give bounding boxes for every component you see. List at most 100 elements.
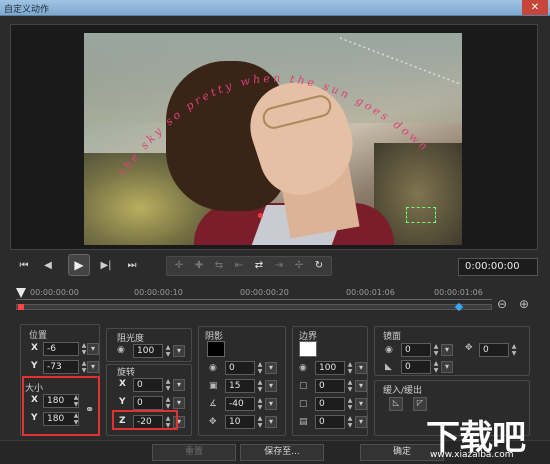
- border-menu-icon-3[interactable]: ▾: [355, 398, 367, 410]
- zoom-out-icon[interactable]: ⊖: [494, 296, 510, 312]
- next-frame-icon[interactable]: ▶|: [98, 258, 114, 274]
- position-x-menu-icon[interactable]: ▾: [87, 343, 99, 355]
- anchor-point[interactable]: [258, 213, 263, 218]
- mirror-fade-icon: ◣: [385, 362, 392, 372]
- opacity-menu-icon[interactable]: ▾: [173, 345, 185, 357]
- ruler-tick: 00:00:00:00: [30, 288, 79, 297]
- border-color-swatch[interactable]: [299, 341, 317, 357]
- shadow-color-swatch[interactable]: [207, 341, 225, 357]
- keyframe-start[interactable]: [18, 304, 24, 310]
- shadow-spinner-1[interactable]: ▲ ▼: [255, 361, 265, 375]
- mirror-field-2[interactable]: 0: [401, 360, 431, 374]
- rotation-x-label: X: [119, 379, 126, 389]
- shadow-panel: 阴影 ◉ 0 ▲ ▼ ▾ ▣ 15 ▲ ▼ ▾ ∡ -40 ▲ ▼ ▾ ✥ 10 ▲ ▼…: [198, 326, 286, 436]
- rotation-y-label: Y: [119, 397, 126, 407]
- border-panel: 边界 ◉ 100 ▲ ▼ ▾ ▢ 0 ▲ ▼ ▾ ▢ 0 ▲ ▼ ▾ ▤ 0 ▲ ▼ ▾: [292, 326, 368, 436]
- shadow-opacity-icon: ◉: [209, 363, 217, 373]
- selection-handle[interactable]: [406, 207, 436, 223]
- border-field-3[interactable]: 0: [315, 397, 345, 411]
- mirror-menu-icon-2[interactable]: ▾: [441, 361, 453, 373]
- svg-text:the sky so pretty when the sun: the sky so pretty when the sun goes down: [116, 72, 432, 178]
- ruler-tick: 00:00:00:20: [240, 288, 289, 297]
- position-y-input[interactable]: -73: [43, 360, 79, 374]
- rotation-y-menu-icon[interactable]: ▾: [173, 397, 185, 409]
- play-button[interactable]: ▶: [68, 254, 90, 276]
- shift-right-icon[interactable]: ⇥: [271, 258, 287, 274]
- border-field-4[interactable]: 0: [315, 415, 345, 429]
- border-width-icon: ▢: [299, 381, 308, 391]
- opacity-label: 阻光度: [117, 334, 145, 344]
- border-spinner-1[interactable]: ▲ ▼: [345, 361, 355, 375]
- shadow-spinner-4[interactable]: ▲ ▼: [255, 415, 265, 429]
- rotation-y-spinner[interactable]: ▲ ▼: [163, 396, 173, 410]
- border-field-1[interactable]: 100: [315, 361, 345, 375]
- shadow-menu-icon-4[interactable]: ▾: [265, 416, 277, 428]
- shift-left-icon[interactable]: ⇤: [231, 258, 247, 274]
- rotation-x-spinner[interactable]: ▲ ▼: [163, 378, 173, 392]
- timecode-display[interactable]: 0:00:00:00: [458, 258, 538, 276]
- shadow-menu-icon-2[interactable]: ▾: [265, 380, 277, 392]
- reverse-keyframe-icon[interactable]: ⇆: [211, 258, 227, 274]
- opacity-input[interactable]: 100: [133, 344, 163, 358]
- border-menu-icon-4[interactable]: ▾: [355, 416, 367, 428]
- paste-keyframe-icon[interactable]: ↻: [311, 258, 327, 274]
- shadow-menu-icon-3[interactable]: ▾: [265, 398, 277, 410]
- ruler-tick: 00:00:01:06: [346, 288, 395, 297]
- rotation-y-input[interactable]: 0: [133, 396, 163, 410]
- opacity-spinner[interactable]: ▲ ▼: [163, 344, 173, 358]
- mirror-panel: 镜面 ◉ 0 ▲ ▼ ▾ ◣ 0 ▲ ▼ ▾ ✥ 0 ▲ ▼: [374, 326, 530, 376]
- fade-label: 缓入/缓出: [383, 386, 423, 396]
- title-bar: 自定义动作 ✕: [0, 0, 550, 16]
- shadow-blur-icon: ▣: [209, 381, 218, 391]
- border-spinner-2[interactable]: ▲ ▼: [345, 379, 355, 393]
- position-label: 位置: [29, 331, 48, 341]
- fade-in-icon[interactable]: ◺: [389, 397, 403, 411]
- shadow-spinner-3[interactable]: ▲ ▼: [255, 397, 265, 411]
- reset-button[interactable]: 重置: [152, 444, 236, 461]
- mirror-spinner-3[interactable]: ▲ ▼: [509, 343, 519, 357]
- swap-keyframes-icon[interactable]: ⇄: [251, 258, 267, 274]
- shadow-field-1[interactable]: 0: [225, 361, 255, 375]
- ruler-tick: 00:00:01:06: [434, 288, 483, 297]
- rotation-x-menu-icon[interactable]: ▾: [173, 379, 185, 391]
- mirror-field-3[interactable]: 0: [479, 343, 509, 357]
- mirror-spinner-1[interactable]: ▲ ▼: [431, 343, 441, 357]
- border-spinner-4[interactable]: ▲ ▼: [345, 415, 355, 429]
- window-title: 自定义动作: [4, 5, 50, 15]
- position-y-label: Y: [31, 361, 38, 371]
- shadow-spinner-2[interactable]: ▲ ▼: [255, 379, 265, 393]
- position-y-menu-icon[interactable]: ▾: [87, 361, 99, 373]
- zoom-in-icon[interactable]: ⊕: [516, 296, 532, 312]
- shadow-field-4[interactable]: 10: [225, 415, 255, 429]
- mirror-field-1[interactable]: 0: [401, 343, 431, 357]
- border-field-2[interactable]: 0: [315, 379, 345, 393]
- copy-keyframe-icon[interactable]: ✢: [291, 258, 307, 274]
- keyframe-track[interactable]: [16, 304, 492, 310]
- shadow-field-3[interactable]: -40: [225, 397, 255, 411]
- go-to-start-icon[interactable]: ⏮: [16, 258, 32, 274]
- close-button[interactable]: ✕: [522, 0, 548, 15]
- shadow-menu-icon-1[interactable]: ▾: [265, 362, 277, 374]
- shadow-distance-icon: ✥: [209, 417, 217, 427]
- rotation-x-input[interactable]: 0: [133, 378, 163, 392]
- go-to-end-icon[interactable]: ⏭: [124, 258, 140, 274]
- position-x-input[interactable]: -6: [43, 342, 79, 356]
- rotation-z-highlight: [112, 410, 178, 430]
- watermark-url: www.xiazaiba.com: [430, 450, 514, 460]
- keyframe-timeline[interactable]: 00:00:00:00 00:00:00:10 00:00:00:20 00:0…: [10, 286, 538, 318]
- border-menu-icon-1[interactable]: ▾: [355, 362, 367, 374]
- mirror-spinner-2[interactable]: ▲ ▼: [431, 360, 441, 374]
- previous-frame-icon[interactable]: ◀: [40, 258, 56, 274]
- save-as-button[interactable]: 保存至...: [240, 444, 324, 461]
- mirror-menu-icon-1[interactable]: ▾: [441, 344, 453, 356]
- opacity-icon: ◉: [117, 345, 125, 355]
- border-menu-icon-2[interactable]: ▾: [355, 380, 367, 392]
- add-keyframe-icon[interactable]: ✛: [171, 258, 187, 274]
- border-spinner-3[interactable]: ▲ ▼: [345, 397, 355, 411]
- shadow-field-2[interactable]: 15: [225, 379, 255, 393]
- mirror-label: 镜面: [383, 332, 402, 342]
- fade-out-icon[interactable]: ◸: [413, 397, 427, 411]
- keyframe-toolbar: ✛ ✚ ⇆ ⇤ ⇄ ⇥ ✢ ↻: [166, 256, 332, 276]
- remove-keyframe-icon[interactable]: ✚: [191, 258, 207, 274]
- arc-text: the sky so pretty when the sun goes down: [116, 72, 429, 178]
